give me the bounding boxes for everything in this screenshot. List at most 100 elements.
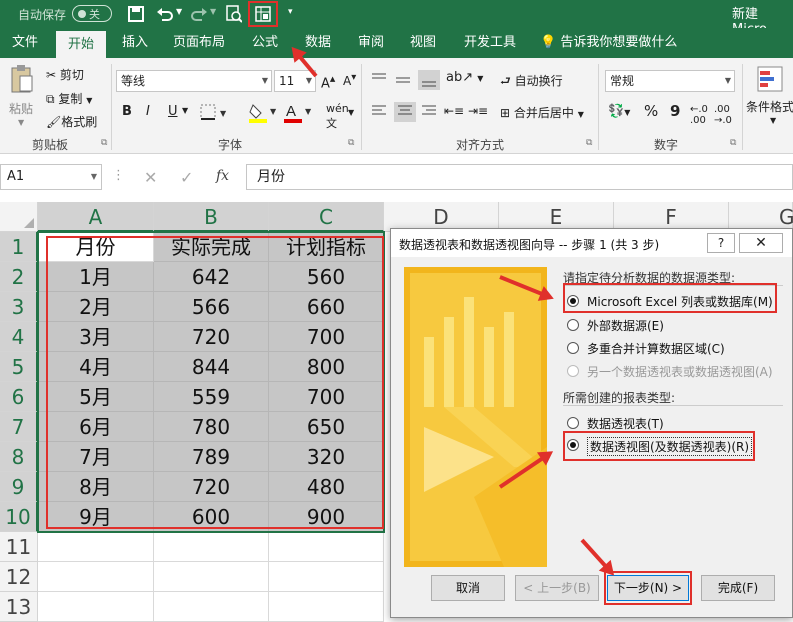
percent-button[interactable]: % (644, 102, 658, 120)
orientation-icon[interactable]: ab↗ ▼ (446, 70, 483, 85)
chevron-down-icon: ▼ (577, 110, 584, 119)
copy-button[interactable]: ⧉ 复制 ▼ (46, 90, 92, 107)
undo-icon[interactable] (156, 6, 174, 22)
empty-cell[interactable] (38, 532, 154, 562)
conditional-format-icon[interactable] (757, 66, 783, 92)
cancel-icon[interactable]: ✕ (144, 168, 157, 187)
row-header[interactable]: 9 (0, 472, 38, 502)
vertical-align-icons[interactable] (370, 70, 440, 90)
empty-cell[interactable] (154, 562, 269, 592)
grow-font-icon[interactable]: A▴ (321, 72, 335, 91)
help-button[interactable]: ? (707, 233, 735, 253)
font-size-select[interactable]: 11 ▼ (274, 70, 316, 92)
finish-button[interactable]: 完成(F) (701, 575, 775, 601)
increase-indent-icon[interactable]: ⇥≡ (468, 104, 488, 118)
tab-formulas[interactable]: 公式 (244, 28, 286, 58)
divider (563, 405, 783, 406)
conditional-format-label[interactable]: 条件格式 (746, 98, 793, 115)
font-name-value: 等线 (121, 74, 146, 88)
shrink-font-icon[interactable]: A▾ (343, 72, 356, 88)
autosave-toggle[interactable]: 关 (72, 5, 112, 22)
formula-input[interactable]: 月份 (246, 164, 793, 190)
enter-icon[interactable]: ✓ (180, 168, 193, 187)
select-all-corner[interactable] (0, 202, 38, 232)
phonetic-guide-icon[interactable]: wén 文 (326, 102, 349, 131)
phonetic-dropdown-icon[interactable]: ▼ (348, 108, 354, 117)
conditional-dropdown-icon[interactable]: ▼ (770, 116, 776, 125)
empty-cell[interactable] (38, 562, 154, 592)
row-header[interactable]: 7 (0, 412, 38, 442)
increase-decimal-icon[interactable]: ←.0.00 (690, 104, 708, 126)
tab-review[interactable]: 审阅 (350, 28, 392, 58)
number-format-select[interactable]: 常规 ▼ (605, 70, 735, 92)
wrap-text-button[interactable]: ⮐ 自动换行 (500, 72, 563, 93)
toggle-knob-icon (78, 10, 86, 18)
font-name-select[interactable]: 等线 ▼ (116, 70, 272, 92)
clipboard-launcher-icon[interactable]: ⧉ (101, 138, 107, 148)
bold-button[interactable]: B (122, 104, 132, 119)
paste-dropdown-icon[interactable]: ▼ (18, 118, 24, 127)
close-button[interactable]: ✕ (739, 233, 783, 253)
cut-label: 剪切 (59, 68, 84, 82)
redo-icon[interactable] (190, 6, 208, 22)
row-header[interactable]: 5 (0, 352, 38, 382)
back-button[interactable]: < 上一步(B) (515, 575, 599, 601)
row-header[interactable]: 6 (0, 382, 38, 412)
empty-cell[interactable] (269, 532, 384, 562)
cancel-button[interactable]: 取消 (431, 575, 505, 601)
column-header-b[interactable]: B (154, 202, 269, 232)
row-header[interactable]: 4 (0, 322, 38, 352)
font-launcher-icon[interactable]: ⧉ (348, 138, 354, 148)
accounting-format-icon[interactable]: 💱▼ (608, 104, 630, 119)
alignment-launcher-icon[interactable]: ⧉ (586, 138, 592, 148)
row-header[interactable]: 12 (0, 562, 38, 592)
comma-style-button[interactable]: 9 (670, 102, 680, 120)
undo-dropdown-icon[interactable]: ▼ (176, 7, 182, 16)
column-header-c[interactable]: C (269, 202, 384, 232)
underline-dropdown-icon[interactable]: ▼ (182, 106, 188, 115)
save-icon[interactable] (128, 6, 144, 22)
cut-button[interactable]: ✂ 剪切 (46, 66, 84, 83)
insert-function-icon[interactable]: fx (216, 168, 229, 184)
tab-home[interactable]: 开始 (56, 31, 106, 58)
tab-page-layout[interactable]: 页面布局 (166, 28, 232, 58)
print-preview-icon[interactable] (226, 5, 242, 23)
fill-color-icon[interactable]: ▼ (248, 102, 280, 124)
redo-dropdown-icon[interactable]: ▼ (210, 7, 216, 16)
empty-cell[interactable] (154, 532, 269, 562)
font-color-icon[interactable]: A ▼ (283, 102, 315, 124)
paste-icon[interactable] (10, 64, 34, 94)
row-header[interactable]: 3 (0, 292, 38, 322)
tab-file[interactable]: 文件 (0, 28, 50, 58)
paste-label[interactable]: 粘贴 (9, 100, 33, 117)
format-painter-button[interactable]: 🖌格式刷 (46, 113, 97, 130)
ribbon-home: 粘贴 ▼ ✂ 剪切 ⧉ 复制 ▼ 🖌格式刷 剪贴板 ⧉ 等线 ▼ 11 ▼ A▴ A… (0, 58, 793, 154)
tab-developer[interactable]: 开发工具 (458, 28, 522, 58)
tab-view[interactable]: 视图 (402, 28, 444, 58)
decrease-decimal-icon[interactable]: .00 →.0 (714, 104, 732, 126)
format-painter-label: 格式刷 (61, 115, 98, 129)
row-header[interactable]: 1 (0, 232, 38, 262)
number-format-value: 常规 (610, 74, 635, 88)
horizontal-align-icons[interactable] (370, 102, 440, 122)
underline-button[interactable]: U (168, 104, 178, 119)
row-header[interactable]: 10 (0, 502, 38, 532)
empty-cell[interactable] (269, 562, 384, 592)
formula-bar: A1 ▼ ⋮ ✕ ✓ fx 月份 (0, 154, 793, 204)
tell-me-box[interactable]: 💡 告诉我你想要做什么 (540, 28, 677, 58)
row-header[interactable]: 11 (0, 532, 38, 562)
row-header[interactable]: 2 (0, 262, 38, 292)
pivot-wizard-icon[interactable] (255, 6, 271, 22)
divider (598, 64, 599, 150)
decrease-indent-icon[interactable]: ⇤≡ (444, 104, 464, 118)
tab-insert[interactable]: 插入 (112, 28, 158, 58)
name-box[interactable]: A1 ▼ (0, 164, 102, 190)
number-launcher-icon[interactable]: ⧉ (730, 138, 736, 148)
customize-qat-icon[interactable]: ▾ (288, 7, 293, 17)
border-icon[interactable]: ▼ (200, 104, 230, 122)
clipboard-group-label: 剪贴板 (31, 138, 68, 152)
column-header-a[interactable]: A (38, 202, 154, 232)
row-header[interactable]: 8 (0, 442, 38, 472)
italic-button[interactable]: I (146, 104, 150, 119)
merge-center-button[interactable]: ⊞ 合并后居中 ▼ (500, 104, 584, 121)
